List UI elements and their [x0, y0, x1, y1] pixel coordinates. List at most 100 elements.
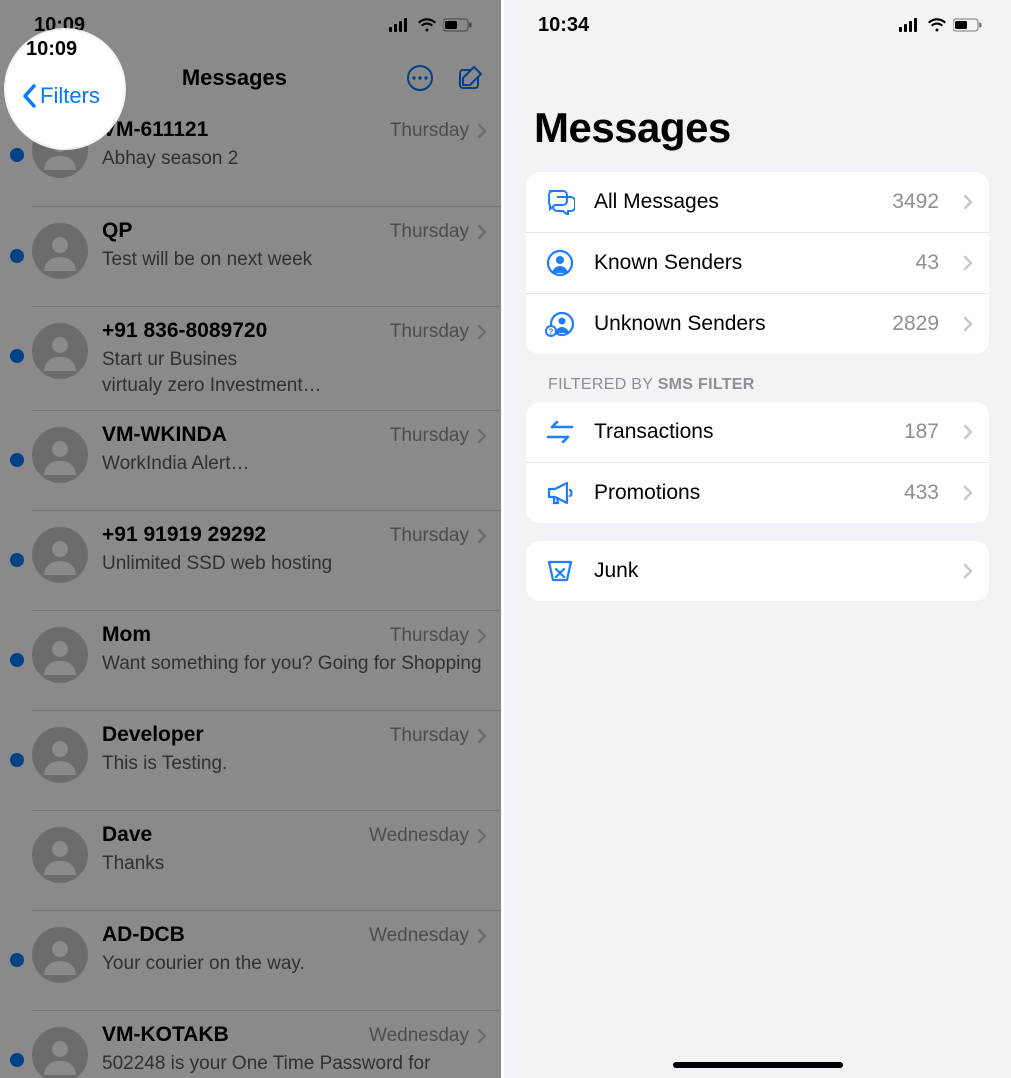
chevron-right-icon [477, 628, 487, 644]
message-preview: Thanks [102, 851, 487, 877]
message-preview: Start ur Businesvirtualy zero Investment… [102, 347, 487, 398]
avatar [32, 427, 88, 483]
chevron-left-icon [22, 84, 38, 108]
chevron-right-icon [963, 255, 973, 271]
unread-dot [10, 753, 24, 767]
conversation-row[interactable]: +91 91919 29292ThursdayUnlimited SSD web… [32, 510, 501, 610]
avatar [32, 827, 88, 883]
chevron-right-icon [477, 528, 487, 544]
message-preview: WorkIndia Alert… [102, 451, 487, 477]
message-preview: Your courier on the way. [102, 951, 487, 977]
filter-label: Transactions [594, 420, 886, 444]
unread-dot [10, 553, 24, 567]
filter-count: 3492 [892, 190, 939, 214]
filter-label: Unknown Senders [594, 312, 874, 336]
conversation-row[interactable]: AD-DCB Wednesday Your courier on the way. [32, 910, 501, 1010]
junk-icon [544, 555, 576, 587]
avatar [32, 927, 88, 983]
filter-count: 43 [916, 251, 939, 275]
conversation-row[interactable]: DeveloperThursdayThis is Testing. [32, 710, 501, 810]
chevron-right-icon [477, 123, 487, 139]
conversation-date: Wednesday [369, 825, 469, 847]
sender-name: VM-WKINDA [102, 423, 227, 447]
chevron-right-icon [477, 1028, 487, 1044]
filter-count: 433 [904, 481, 939, 505]
wifi-icon [417, 18, 437, 32]
signal-icon [899, 18, 921, 32]
filter-row-promotions[interactable]: Promotions433 [526, 462, 989, 523]
conversation-date: Thursday [390, 425, 469, 447]
sender-name: +91 836-8089720 [102, 319, 267, 343]
filters-screen: 10:34 Messages All Messages 3492 Known Sen… [504, 0, 1011, 1078]
filter-row-transactions[interactable]: Transactions 187 [526, 402, 989, 462]
filter-row-unknown-senders[interactable]: ?Unknown Senders2829 [526, 293, 989, 354]
chevron-right-icon [477, 324, 487, 340]
avatar [32, 1027, 88, 1078]
promotions-icon [544, 477, 576, 509]
filter-row-all-messages[interactable]: All Messages 3492 [526, 172, 989, 232]
more-icon[interactable] [405, 63, 435, 93]
chevron-right-icon [963, 563, 973, 579]
unread-dot [10, 453, 24, 467]
conversation-row[interactable]: QPThursdayTest will be on next week [32, 206, 501, 306]
battery-icon [443, 18, 473, 32]
status-bar: 10:34 [504, 0, 1011, 50]
conversation-row[interactable]: +91 836-8089720 Thursday Start ur Businesv… [32, 306, 501, 410]
avatar [32, 627, 88, 683]
chevron-right-icon [963, 485, 973, 501]
sender-name: Mom [102, 623, 151, 647]
message-preview: This is Testing. [102, 751, 487, 777]
unread-dot [10, 1053, 24, 1067]
sender-name: VM-611121 [102, 118, 208, 142]
conversation-date: Thursday [390, 725, 469, 747]
known-icon [544, 247, 576, 279]
conversation-row[interactable]: Mom Thursday Want something for you? Going… [32, 610, 501, 710]
chevron-right-icon [963, 424, 973, 440]
conversation-row[interactable]: VM-KOTAKBWednesday502248 is your One Tim… [32, 1010, 501, 1078]
back-button-highlight[interactable]: Filters [22, 83, 100, 109]
filter-row-known-senders[interactable]: Known Senders 43 [526, 232, 989, 293]
page-title: Messages [534, 104, 981, 152]
conversation-row[interactable]: Dave Wednesday Thanks [32, 810, 501, 910]
wifi-icon [927, 18, 947, 32]
conversation-date: Thursday [390, 321, 469, 343]
messages-list-screen: 10:09 Filters Messages VM-611121Thursday… [0, 0, 504, 1078]
sender-name: Dave [102, 823, 152, 847]
compose-icon[interactable] [457, 64, 485, 92]
filter-label: Junk [594, 559, 945, 583]
chevron-right-icon [477, 728, 487, 744]
filter-row-junk[interactable]: Junk [526, 541, 989, 601]
back-label-highlight: Filters [40, 83, 100, 109]
filter-label: All Messages [594, 190, 874, 214]
home-indicator[interactable] [673, 1062, 843, 1068]
message-preview: Want something for you? Going for Shoppi… [102, 651, 487, 677]
status-indicators [899, 18, 983, 32]
unread-dot [10, 148, 24, 162]
unknown-icon: ? [544, 308, 576, 340]
conversation-date: Wednesday [369, 1025, 469, 1047]
filter-header-app: SMS FILTER [658, 376, 755, 393]
filter-section-header: FILTERED BY SMS FILTER [504, 354, 1011, 402]
highlight-circle: 10:09 Filters [6, 30, 124, 148]
conversation-row[interactable]: VM-WKINDA Thursday WorkIndia Alert… [32, 410, 501, 510]
sender-name: AD-DCB [102, 923, 185, 947]
unread-dot [10, 249, 24, 263]
sender-name: VM-KOTAKB [102, 1023, 229, 1047]
avatar [32, 223, 88, 279]
chevron-right-icon [477, 828, 487, 844]
conversation-list[interactable]: VM-611121ThursdayAbhay season 2QPThursda… [0, 106, 501, 1078]
avatar [32, 727, 88, 783]
chevron-right-icon [477, 224, 487, 240]
filter-label: Known Senders [594, 251, 898, 275]
filter-group-main: All Messages 3492 Known Senders 43? Unknown … [526, 172, 989, 354]
avatar [32, 527, 88, 583]
message-preview: Abhay season 2 [102, 146, 487, 172]
chevron-right-icon [963, 194, 973, 210]
conversation-date: Thursday [390, 625, 469, 647]
conversation-date: Wednesday [369, 925, 469, 947]
status-time: 10:34 [538, 14, 589, 37]
status-indicators [389, 18, 473, 32]
sender-name: QP [102, 219, 132, 243]
status-time-highlight: 10:09 [26, 38, 77, 61]
filter-count: 187 [904, 420, 939, 444]
